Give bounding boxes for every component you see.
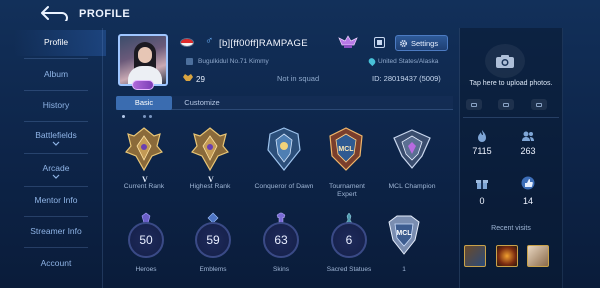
mcl-champion-emblem-icon[interactable]	[392, 126, 432, 172]
sacred-statues-count[interactable]: 6	[331, 222, 367, 258]
location-text: United States/Alaska	[378, 58, 439, 65]
mcl-trophy-badge-icon[interactable]: MCL	[387, 214, 421, 258]
chevron-down-icon	[52, 141, 60, 146]
popularity-flame-icon	[478, 130, 486, 142]
camera-icon	[496, 54, 514, 68]
male-gender-icon: ♂	[205, 35, 214, 47]
mcl-champion-label: MCL Champion	[388, 183, 436, 190]
photo-icon	[536, 102, 542, 107]
player-id: ID: 28019437 (5009)	[372, 74, 441, 83]
followers-icon	[522, 131, 534, 141]
photo-slot[interactable]	[498, 99, 514, 110]
chevron-down-icon	[52, 174, 60, 179]
photo-slot[interactable]	[531, 99, 547, 110]
indonesia-flag-icon	[180, 38, 194, 47]
highest-rank-label: Highest Rank	[189, 183, 231, 190]
sidebar-item-label: Arcade	[42, 163, 70, 173]
skins-label: Skins	[273, 266, 289, 273]
tournament-expert-label: Tournament Expert	[329, 183, 365, 198]
emblem-text: MCL	[338, 146, 354, 153]
recent-visitor-avatar[interactable]	[527, 245, 549, 267]
tournament-expert-emblem-icon[interactable]: MCL	[326, 126, 366, 172]
sidebar-item-arcade[interactable]: Arcade	[14, 163, 98, 179]
sidebar-divider	[24, 90, 88, 91]
photo-slot[interactable]	[466, 99, 482, 110]
avatar-face	[138, 47, 152, 63]
sidebar-divider	[24, 247, 88, 248]
sidebar-item-history[interactable]: History	[14, 100, 98, 110]
location-pin-icon	[367, 56, 377, 67]
mythic-rank-emblem-icon[interactable]	[124, 126, 164, 172]
sidebar-divider	[24, 58, 88, 59]
sidebar: Profile Album History Battlefields Arcad…	[14, 28, 106, 288]
thumbs-up-icon[interactable]	[521, 176, 535, 190]
player-name: [b][ff00ff]RAMPAGE	[219, 38, 308, 49]
pager-dot	[122, 115, 125, 118]
heroes-count[interactable]: 50	[128, 222, 164, 258]
sacred-statues-label: Sacred Statues	[326, 266, 372, 273]
sidebar-separator	[102, 28, 103, 288]
sidebar-divider	[24, 216, 88, 217]
player-level: 29	[196, 75, 205, 84]
conqueror-of-dawn-label: Conqueror of Dawn	[254, 183, 314, 190]
likes-count: 14	[522, 196, 533, 206]
sidebar-item-mentor-info[interactable]: Mentor Info	[14, 195, 98, 205]
winged-badge-icon	[338, 35, 358, 48]
panel-divider	[463, 117, 559, 118]
sidebar-item-label: Battlefields	[35, 130, 77, 140]
profile-tab-bar: Basic Customize	[116, 96, 453, 110]
mythic-rank-emblem-icon[interactable]	[190, 126, 230, 172]
sidebar-divider	[24, 186, 88, 187]
extra-badge-count: 1	[402, 266, 406, 273]
emblems-label: Emblems	[199, 266, 227, 273]
pager-dot	[149, 115, 152, 118]
back-arrow-icon[interactable]	[36, 5, 70, 21]
heroes-label: Heroes	[135, 266, 157, 273]
current-rank-label: Current Rank	[123, 183, 165, 190]
tab-basic[interactable]: Basic	[116, 96, 172, 110]
settings-button[interactable]: Settings	[395, 35, 448, 51]
skins-count[interactable]: 63	[263, 222, 299, 258]
squad-status: Not in squad	[277, 74, 320, 83]
sidebar-item-account[interactable]: Account	[14, 258, 98, 268]
emblem-text: MCL	[396, 230, 412, 237]
photo-icon	[503, 102, 509, 107]
page-title: PROFILE	[79, 8, 131, 20]
upload-photos-text: Tap here to upload photos.	[469, 80, 553, 87]
guild-name: Bugulkidul No.71 Kimmy	[198, 58, 269, 65]
level-wings-icon	[183, 74, 193, 81]
sidebar-item-album[interactable]: Album	[14, 69, 98, 79]
photo-icon	[471, 102, 477, 107]
conqueror-of-dawn-emblem-icon[interactable]	[264, 126, 304, 172]
guild-icon	[186, 58, 193, 65]
pager-dot	[143, 115, 146, 118]
sidebar-divider	[24, 121, 88, 122]
gear-icon	[400, 39, 407, 47]
emblems-count[interactable]: 59	[195, 222, 231, 258]
settings-label: Settings	[411, 38, 439, 48]
followers-count: 263	[520, 146, 536, 156]
recent-visitor-avatar[interactable]	[464, 245, 486, 267]
recent-visits-label: Recent visits	[491, 225, 531, 232]
recent-visitor-avatar[interactable]	[496, 245, 518, 267]
upload-photo-button[interactable]	[485, 44, 525, 78]
tab-customize[interactable]: Customize	[174, 96, 230, 110]
sidebar-item-streamer-info[interactable]: Streamer Info	[14, 226, 98, 236]
avatar[interactable]	[118, 34, 168, 86]
gift-icon[interactable]	[475, 176, 489, 190]
sidebar-item-battlefields[interactable]: Battlefields	[14, 130, 98, 146]
gifts-count: 0	[479, 196, 485, 206]
avatar-frame-badge	[132, 80, 154, 90]
popularity-count: 7115	[472, 146, 492, 156]
sidebar-divider	[24, 153, 88, 154]
sidebar-item-profile[interactable]: Profile	[14, 37, 98, 47]
copy-id-icon[interactable]	[374, 37, 385, 48]
